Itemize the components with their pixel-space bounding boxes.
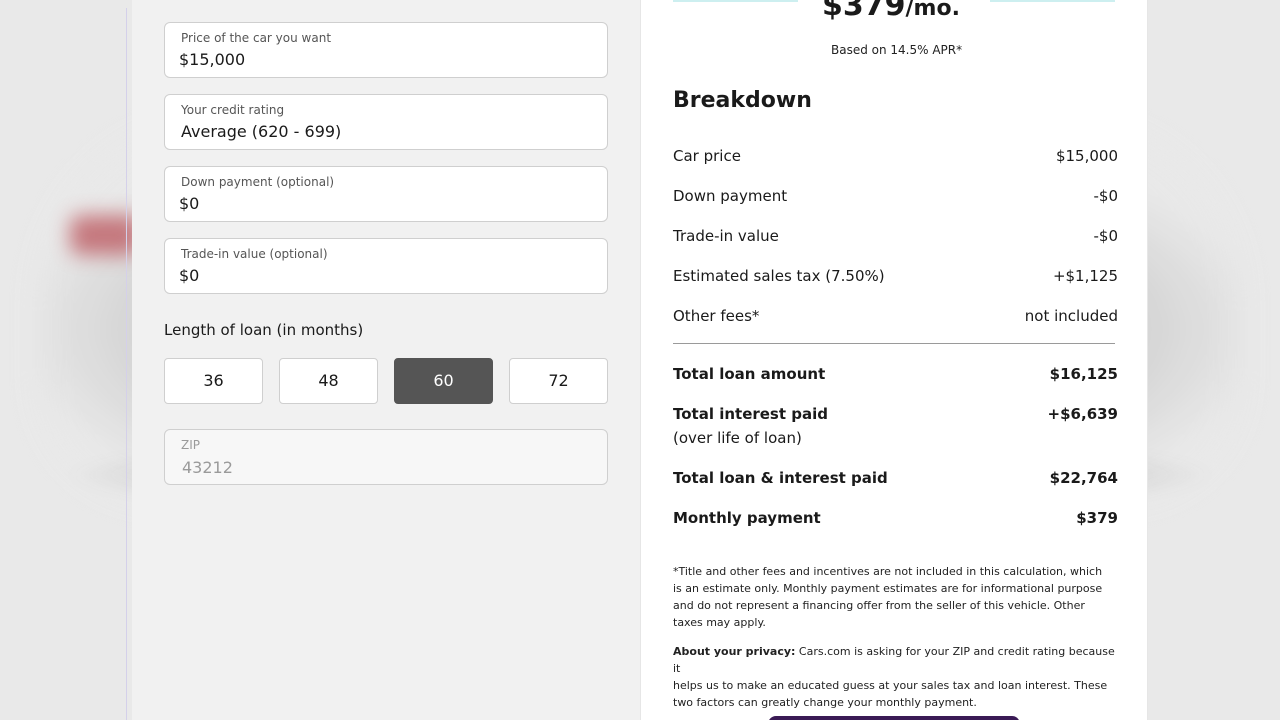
credit-rating-select[interactable]: Your credit rating Average (620 - 699) (164, 94, 608, 150)
breakdown-title: Breakdown (673, 88, 812, 113)
car-price-value: $15,000 (1055, 147, 1118, 165)
down-payment-label: Down payment (optional) (181, 175, 335, 189)
total-interest-sublabel: (over life of loan) (673, 429, 802, 447)
zip-label: ZIP (181, 438, 200, 452)
credit-rating-value[interactable]: Average (620 - 699) (181, 122, 341, 141)
trade-in-input[interactable]: $0 (179, 266, 199, 285)
privacy-line-2: helps us to make an educated guess at yo… (673, 679, 1108, 692)
top-accent-right (990, 0, 1115, 2)
price-field[interactable]: Price of the car you want $15,000 (164, 22, 608, 78)
disclaimer-line-4: taxes may apply. (673, 616, 766, 629)
total-interest-value: +$6,639 (1047, 405, 1118, 423)
disclaimer-line-3: and do not represent a financing offer f… (673, 599, 1085, 612)
total-loan-interest-value: $22,764 (1049, 469, 1118, 487)
down-payment-input[interactable]: $0 (179, 194, 199, 213)
trade-in-row-value: -$0 (1093, 227, 1119, 245)
sales-tax-value: +$1,125 (1052, 267, 1118, 285)
price-input[interactable]: $15,000 (179, 50, 245, 69)
zip-input[interactable]: 43212 (182, 458, 233, 477)
apr-note: Based on 14.5% APR* (831, 43, 963, 57)
next-step-button[interactable] (768, 716, 1020, 720)
total-loan-interest-label: Total loan & interest paid (673, 469, 888, 487)
top-accent-left (673, 0, 798, 2)
privacy-line-3: two factors can greatly change your mont… (673, 696, 977, 709)
trade-in-field[interactable]: Trade-in value (optional) $0 (164, 238, 608, 294)
privacy-note: About your privacy: Cars.com is asking f… (673, 643, 1123, 711)
total-interest-label: Total interest paid (673, 405, 828, 423)
privacy-line-1: About your privacy: Cars.com is asking f… (673, 643, 1123, 677)
disclaimer-text: *Title and other fees and incentives are… (673, 563, 1123, 631)
sales-tax-label: Estimated sales tax (7.50%) (673, 267, 885, 285)
left-scroll-region[interactable] (0, 8, 127, 720)
per-month-suffix: /mo. (905, 0, 960, 21)
down-payment-field[interactable]: Down payment (optional) $0 (164, 166, 608, 222)
down-payment-row-label: Down payment (673, 187, 788, 205)
zip-field[interactable]: ZIP 43212 (164, 429, 608, 485)
car-price-label: Car price (673, 147, 741, 165)
total-loan-value: $16,125 (1049, 365, 1118, 383)
price-field-label: Price of the car you want (181, 31, 332, 45)
term-36-button[interactable]: 36 (164, 358, 263, 404)
disclaimer-line-1: *Title and other fees and incentives are… (673, 565, 1103, 578)
term-48-button[interactable]: 48 (279, 358, 378, 404)
monthly-payment-headline: $379/mo. (822, 0, 960, 23)
privacy-title: About your privacy: (673, 645, 796, 658)
monthly-payment-amount: $379 (822, 0, 906, 23)
term-72-button[interactable]: 72 (509, 358, 608, 404)
down-payment-row-value: -$0 (1093, 187, 1119, 205)
monthly-payment-label: Monthly payment (673, 509, 821, 527)
term-60-button[interactable]: 60 (394, 358, 493, 404)
other-fees-value: not included (1024, 307, 1118, 325)
other-fees-label: Other fees* (673, 307, 760, 325)
monthly-payment-value: $379 (1076, 509, 1118, 527)
credit-rating-label: Your credit rating (181, 103, 285, 117)
total-loan-label: Total loan amount (673, 365, 826, 383)
trade-in-row-label: Trade-in value (673, 227, 779, 245)
disclaimer-line-2: is an estimate only. Monthly payment est… (673, 582, 1103, 595)
trade-in-label: Trade-in value (optional) (181, 247, 328, 261)
loan-length-label: Length of loan (in months) (164, 321, 364, 339)
breakdown-divider (673, 343, 1115, 344)
